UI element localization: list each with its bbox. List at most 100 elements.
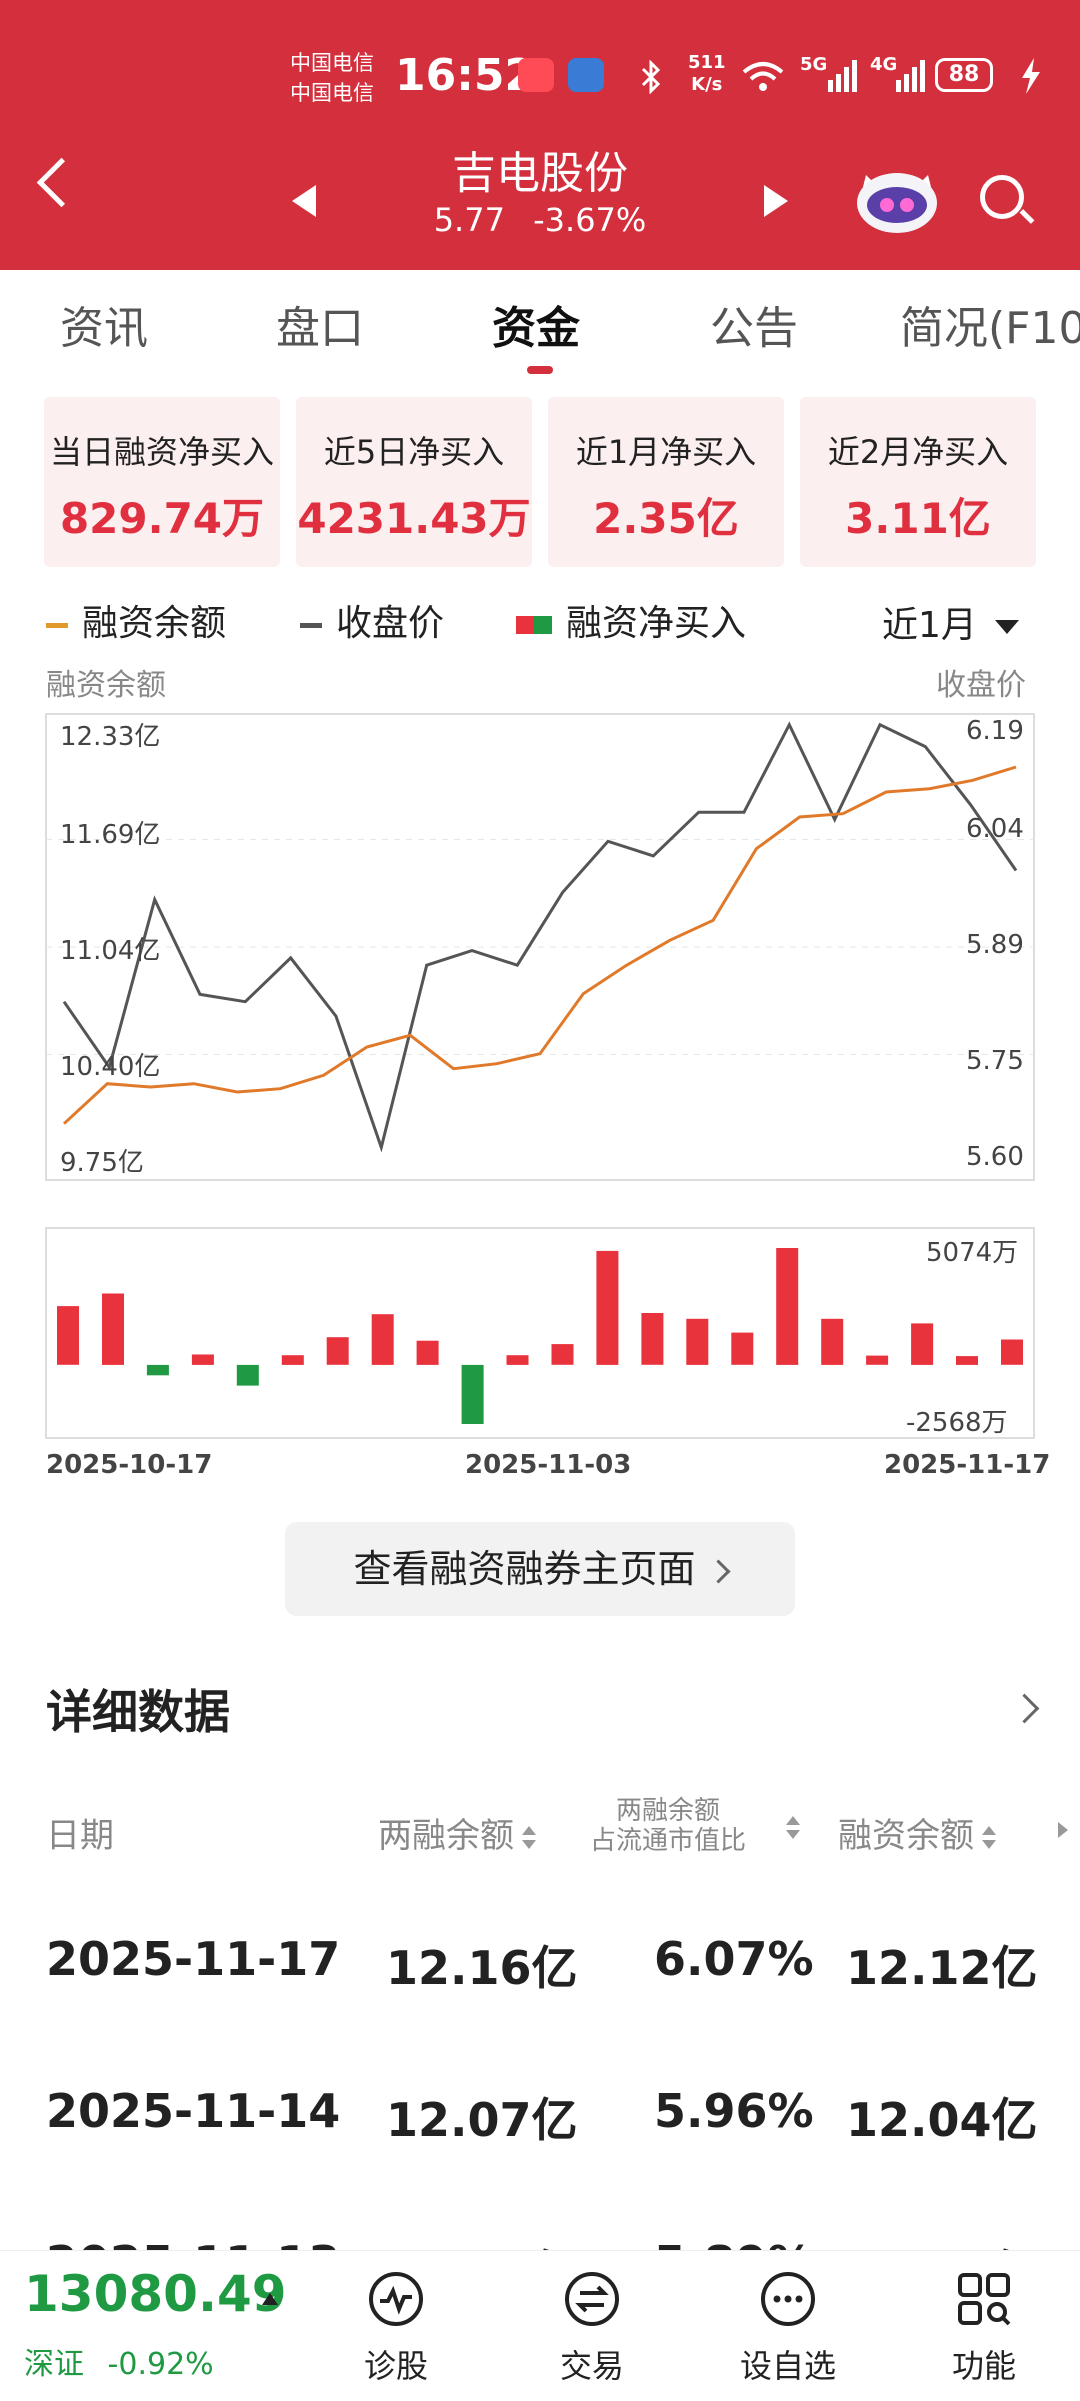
chevron-right-icon[interactable] <box>1009 1693 1040 1724</box>
net-buy-bar <box>596 1250 619 1365</box>
signal-bars-icon <box>896 60 925 92</box>
x-axis-mid-date: 2025-11-03 <box>465 1450 632 1480</box>
net-buy-bar <box>956 1356 978 1365</box>
net-buy-bar <box>57 1306 79 1365</box>
charging-icon <box>1022 58 1040 94</box>
legend-label: 融资净买入 <box>566 603 747 644</box>
trade-button[interactable]: 交易 <box>522 2269 662 2387</box>
period-dropdown[interactable]: 近1月 <box>882 596 1019 648</box>
stat-card-2m[interactable]: 近2月净买入 3.11亿 <box>800 397 1036 567</box>
search-icon[interactable] <box>980 175 1024 219</box>
cell-margin: 12.12亿 <box>846 1941 1038 1995</box>
bar-chart-frame <box>45 1227 1035 1439</box>
prev-stock-icon[interactable] <box>292 185 316 217</box>
carrier-2: 中国电信 <box>290 81 374 105</box>
legend-item-balance[interactable]: 融资余额 <box>46 594 226 646</box>
arrow-up-icon <box>262 2293 278 2305</box>
stock-name: 吉电股份 <box>452 148 628 199</box>
bottom-bar: 13080.49 深证 -0.92% 诊股 交易 设自选 功能 <box>0 2250 1080 2401</box>
tab-news[interactable]: 资讯 <box>60 292 148 356</box>
add-watchlist-button[interactable]: 设自选 <box>718 2269 858 2387</box>
stock-price-line: 5.77 -3.67% <box>340 201 740 239</box>
y-right-tick: 5.60 <box>966 1142 1024 1172</box>
cell-margin: 12.04亿 <box>846 2093 1038 2147</box>
diagnose-button[interactable]: 诊股 <box>326 2269 466 2387</box>
stat-card-value: 829.74万 <box>59 494 265 543</box>
next-stock-icon[interactable] <box>764 185 788 217</box>
more-dots-icon <box>761 2272 815 2326</box>
pulse-icon <box>369 2272 423 2326</box>
tab-profile[interactable]: 简况(F10 <box>900 292 1080 356</box>
signal-4g-label: 4G <box>870 54 898 75</box>
bluetooth-icon <box>641 60 661 94</box>
add-watchlist-label: 设自选 <box>739 2347 836 2385</box>
functions-label: 功能 <box>951 2347 1016 2385</box>
legend-label: 收盘价 <box>336 603 445 644</box>
legend-swatch <box>516 616 552 634</box>
tab-funds[interactable]: 资金 <box>492 292 580 356</box>
column-header-label: 两融余额 <box>616 1796 721 1826</box>
tab-quote[interactable]: 盘口 <box>276 292 364 356</box>
x-axis-end-date: 2025-11-17 <box>884 1450 1051 1480</box>
net-buy-bar <box>686 1318 709 1365</box>
status-bar: 中国电信 中国电信 16:52 511 K/s 5G 4G 88 <box>0 48 1080 108</box>
net-buy-bar <box>641 1313 664 1365</box>
sort-icon <box>522 1825 536 1850</box>
y-left-tick: 9.75亿 <box>60 1148 144 1178</box>
legend-item-price[interactable]: 收盘价 <box>300 594 444 646</box>
index-name-change: 深证 -0.92% <box>24 2339 214 2383</box>
net-buy-bar <box>731 1332 754 1365</box>
stat-card-value: 2.35亿 <box>593 494 739 543</box>
right-axis-title: 收盘价 <box>936 668 1026 703</box>
series-line-close-price <box>62 721 1018 1153</box>
nav-row: 吉电股份 5.77 -3.67% <box>0 135 1080 265</box>
y-right-tick: 6.04 <box>966 814 1024 844</box>
legend-item-netbuy[interactable]: 融资净买入 <box>516 594 746 646</box>
y-right-tick: 6.19 <box>966 716 1024 746</box>
net-buy-bar <box>1001 1339 1023 1365</box>
legend-swatch <box>300 622 322 628</box>
wifi-icon <box>742 62 784 91</box>
left-axis-title: 融资余额 <box>46 668 166 703</box>
stat-card-today[interactable]: 当日融资净买入 829.74万 <box>44 397 280 567</box>
carrier-label: 中国电信 中国电信 <box>290 48 374 108</box>
net-buy-bar <box>551 1344 574 1365</box>
y-left-tick: 10.40亿 <box>60 1052 161 1082</box>
stat-card-1m[interactable]: 近1月净买入 2.35亿 <box>548 397 784 567</box>
legend-label: 融资余额 <box>82 603 227 644</box>
index-change: -0.92% <box>107 2347 214 2382</box>
sort-icon <box>982 1825 996 1850</box>
x-axis-start-date: 2025-10-17 <box>46 1450 213 1480</box>
column-header-ratio[interactable]: 两融余额 占流通市值比 <box>590 1796 746 1856</box>
tab-announcements[interactable]: 公告 <box>710 292 798 356</box>
cell-total: 12.07亿 <box>386 2093 578 2147</box>
line-chart[interactable] <box>0 700 1080 1200</box>
margin-main-page-label: 查看融资融券主页面 <box>353 1547 696 1591</box>
back-arrow-icon[interactable] <box>36 157 87 208</box>
column-header-date: 日期 <box>46 1816 114 1856</box>
stat-card-5d[interactable]: 近5日净买入 4231.43万 <box>296 397 532 567</box>
net-buy-bar <box>102 1293 124 1365</box>
y-right-tick: 5.89 <box>966 930 1024 960</box>
scroll-right-icon[interactable] <box>1058 1822 1068 1838</box>
carrier-1: 中国电信 <box>290 51 374 75</box>
robot-assistant-icon[interactable] <box>852 165 942 235</box>
column-header-margin[interactable]: 融资余额 <box>838 1808 996 1857</box>
functions-button[interactable]: 功能 <box>914 2269 1054 2387</box>
legend-swatch <box>46 622 68 628</box>
map-app-icon <box>568 58 604 92</box>
y-left-tick: 12.33亿 <box>60 722 161 752</box>
cell-ratio: 6.07% <box>654 1932 814 1986</box>
bar-y-min-label: -2568万 <box>906 1408 1008 1438</box>
column-header-total[interactable]: 两融余额 <box>378 1808 536 1857</box>
stat-card-label: 近1月净买入 <box>575 433 757 471</box>
status-time: 16:52 <box>395 50 536 101</box>
huawei-app-icon <box>518 58 554 92</box>
margin-main-page-button[interactable]: 查看融资融券主页面 <box>285 1522 795 1616</box>
stat-card-value: 3.11亿 <box>845 494 991 543</box>
series-line-margin-balance <box>62 765 1017 1125</box>
index-value: 13080.49 <box>24 2265 287 2323</box>
net-buy-bar <box>821 1318 844 1365</box>
net-speed-value: 511 <box>688 52 726 73</box>
net-speed-unit: K/s <box>691 74 723 95</box>
